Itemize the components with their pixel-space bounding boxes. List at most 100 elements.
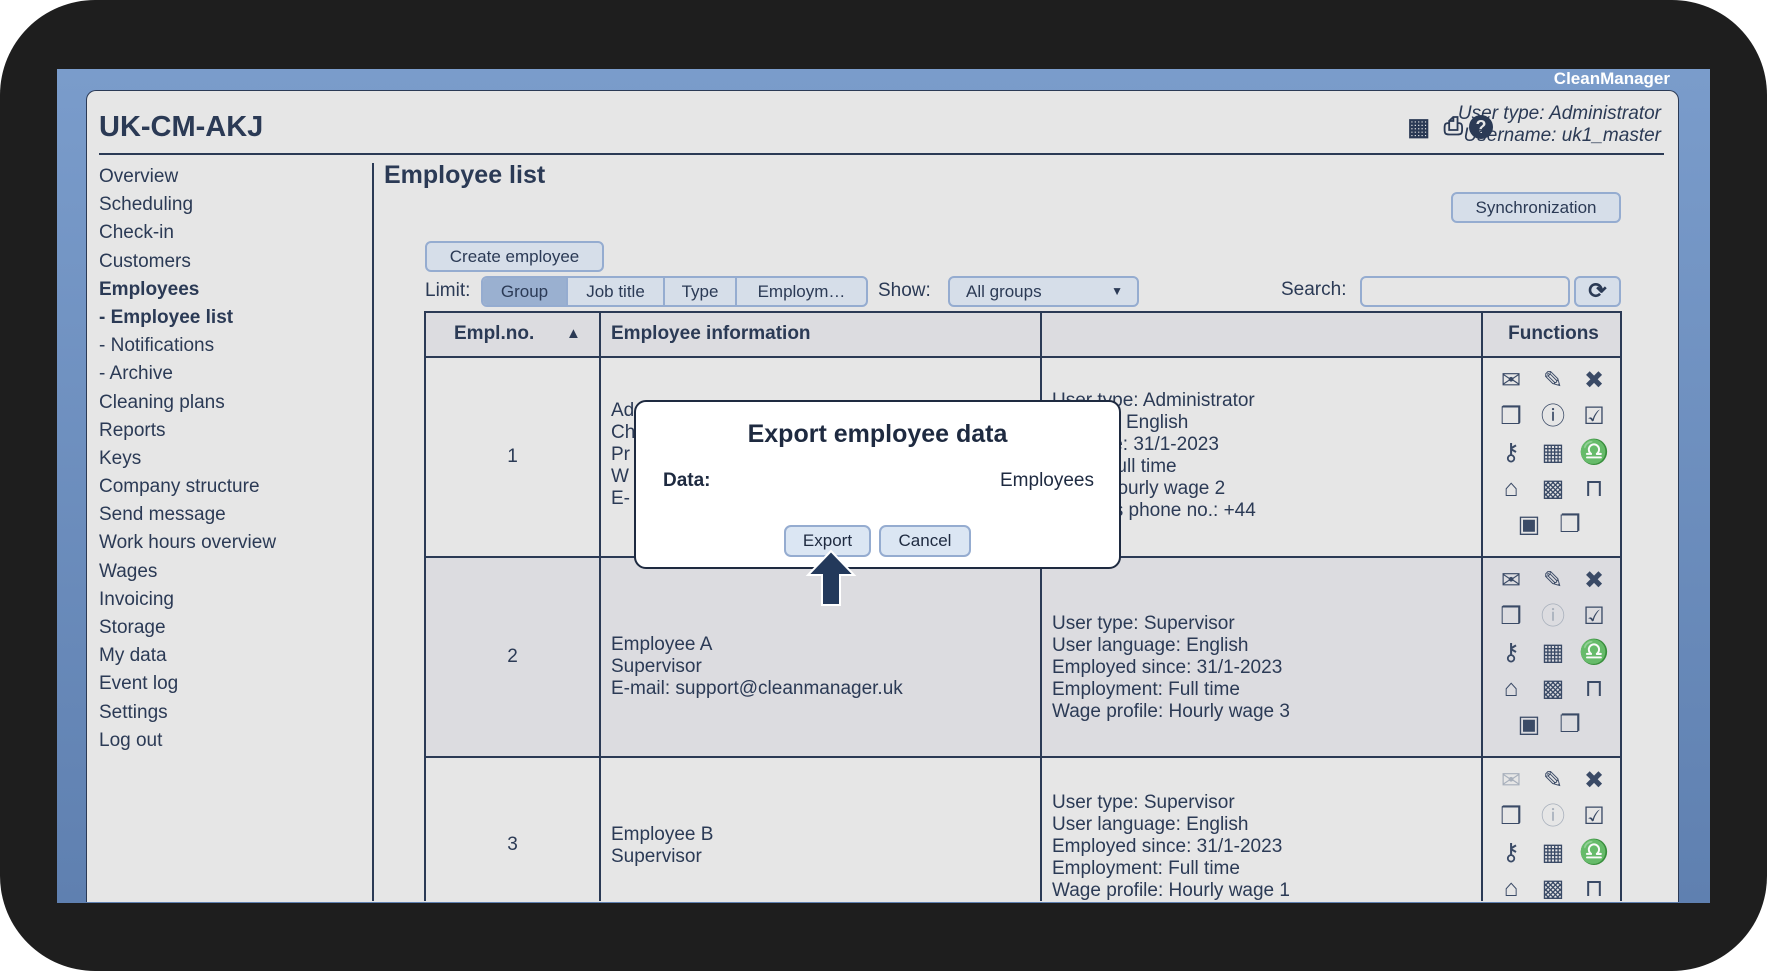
functions-cell: ✉✎✖ ❒ⓘ☑ ⚷▦♎ ⌂▩⊓ ▣❐ — [1483, 558, 1620, 756]
mail-icon[interactable]: ✉ — [1493, 769, 1529, 793]
sidebar-item-check-in[interactable]: Check-in — [99, 219, 276, 247]
table-icon[interactable]: ▦ — [1407, 113, 1430, 142]
key-icon[interactable]: ⚷ — [1493, 641, 1529, 665]
limit-option-employm-[interactable]: Employm… — [737, 278, 866, 305]
house-icon[interactable]: ⌂ — [1493, 877, 1529, 901]
sidebar-item-archive[interactable]: - Archive — [99, 360, 276, 388]
create-employee-button[interactable]: Create employee — [425, 241, 604, 272]
empl-no-cell: 1 — [426, 358, 601, 556]
page-title: Employee list — [384, 161, 546, 189]
header-empl-no[interactable]: Empl.no. ▲ — [426, 313, 601, 358]
sidebar-item-reports[interactable]: Reports — [99, 417, 276, 445]
calendar-icon[interactable]: ▦ — [1535, 441, 1571, 465]
detail-line: Employed since: 31/1-2023 — [1052, 657, 1283, 678]
mail-icon[interactable]: ✉ — [1493, 569, 1529, 593]
data-value: Employees — [1000, 470, 1094, 491]
key-icon[interactable]: ⚷ — [1493, 841, 1529, 865]
employee-details-cell: User type: Supervisor User language: Engl… — [1042, 558, 1483, 756]
checklist-icon[interactable]: ☑ — [1576, 405, 1612, 429]
sidebar-item-scheduling[interactable]: Scheduling — [99, 191, 276, 219]
sidebar-item-storage[interactable]: Storage — [99, 614, 276, 642]
sidebar-item-notifications[interactable]: - Notifications — [99, 332, 276, 360]
sidebar-item-overview[interactable]: Overview — [99, 163, 276, 191]
header-employee-information: Employee information — [601, 313, 1042, 358]
checklist-icon[interactable]: ☑ — [1576, 605, 1612, 629]
unlock-icon[interactable]: ⊓ — [1576, 677, 1612, 701]
sidebar-item-work-hours-overview[interactable]: Work hours overview — [99, 529, 276, 557]
table-row: 3 Employee B Supervisor User type: Supervis… — [426, 758, 1620, 901]
book-icon[interactable]: ❒ — [1493, 405, 1529, 429]
calendar-icon[interactable]: ▦ — [1535, 841, 1571, 865]
cancel-button[interactable]: Cancel — [879, 525, 971, 557]
info-icon[interactable]: ⓘ — [1535, 605, 1571, 629]
house-icon[interactable]: ⌂ — [1493, 677, 1529, 701]
sidebar-item-employees[interactable]: Employees — [99, 276, 276, 304]
header-details — [1042, 313, 1483, 358]
house-icon[interactable]: ⌂ — [1493, 477, 1529, 501]
search-input[interactable] — [1360, 276, 1570, 307]
documents-icon[interactable]: ❐ — [1552, 713, 1588, 737]
documents-icon[interactable]: ❐ — [1552, 513, 1588, 537]
detail-line: User type: Supervisor — [1052, 613, 1235, 634]
info-line: Employee A — [611, 634, 713, 655]
show-select-value: All groups — [966, 282, 1042, 301]
synchronization-button[interactable]: Synchronization — [1451, 192, 1621, 223]
person-card-icon[interactable]: ▣ — [1511, 713, 1547, 737]
sidebar-item-cleaning-plans[interactable]: Cleaning plans — [99, 389, 276, 417]
book-icon[interactable]: ❒ — [1493, 605, 1529, 629]
delete-icon[interactable]: ✖ — [1576, 369, 1612, 393]
sidebar-item-settings[interactable]: Settings — [99, 699, 276, 727]
sidebar-item-employee-list[interactable]: - Employee list — [99, 304, 276, 332]
delete-icon[interactable]: ✖ — [1576, 569, 1612, 593]
calendar-icon[interactable]: ▦ — [1535, 641, 1571, 665]
info-icon[interactable]: ⓘ — [1535, 405, 1571, 429]
detail-line: Employment: Full time — [1052, 858, 1240, 879]
checklist-icon[interactable]: ☑ — [1576, 805, 1612, 829]
info-line: Ch — [611, 422, 636, 443]
qr-code-icon[interactable]: ▩ — [1535, 877, 1571, 901]
username: Username: uk1_master — [1463, 125, 1661, 146]
delete-icon[interactable]: ✖ — [1576, 769, 1612, 793]
refresh-button[interactable]: ⟳ — [1574, 276, 1621, 307]
limit-option-type[interactable]: Type — [665, 278, 737, 305]
qr-code-icon[interactable]: ▩ — [1535, 477, 1571, 501]
detail-line: User type: Supervisor — [1052, 792, 1235, 813]
chevron-down-icon: ▼ — [1111, 284, 1123, 298]
empl-no: 2 — [507, 646, 518, 667]
sidebar-item-event-log[interactable]: Event log — [99, 670, 276, 698]
sidebar-item-keys[interactable]: Keys — [99, 445, 276, 473]
bell-icon[interactable]: ♎ — [1576, 441, 1612, 465]
info-icon[interactable]: ⓘ — [1535, 805, 1571, 829]
header-functions: Functions — [1483, 313, 1620, 358]
sort-ascending-icon: ▲ — [566, 325, 581, 342]
limit-option-group[interactable]: Group — [483, 278, 568, 305]
show-select[interactable]: All groups ▼ — [948, 276, 1139, 307]
bell-icon[interactable]: ♎ — [1576, 841, 1612, 865]
sidebar-item-customers[interactable]: Customers — [99, 248, 276, 276]
edit-icon[interactable]: ✎ — [1535, 769, 1571, 793]
person-card-icon[interactable]: ▣ — [1511, 513, 1547, 537]
edit-icon[interactable]: ✎ — [1535, 569, 1571, 593]
sidebar-item-company-structure[interactable]: Company structure — [99, 473, 276, 501]
table-row: 2 Employee A Supervisor E-mail: support@cle… — [426, 558, 1620, 758]
empl-no-cell: 2 — [426, 558, 601, 756]
unlock-icon[interactable]: ⊓ — [1576, 877, 1612, 901]
limit-option-job-title[interactable]: Job title — [568, 278, 665, 305]
sidebar-item-log-out[interactable]: Log out — [99, 727, 276, 755]
detail-line: Employed since: 31/1-2023 — [1052, 836, 1283, 857]
sidebar-item-invoicing[interactable]: Invoicing — [99, 586, 276, 614]
mail-icon[interactable]: ✉ — [1493, 369, 1529, 393]
unlock-icon[interactable]: ⊓ — [1576, 477, 1612, 501]
book-icon[interactable]: ❒ — [1493, 805, 1529, 829]
bell-icon[interactable]: ♎ — [1576, 641, 1612, 665]
header-divider — [99, 153, 1664, 155]
detail-line: Wage profile: Hourly wage 3 — [1052, 701, 1290, 722]
sidebar: Overview Scheduling Check-in Customers Emplo… — [99, 163, 276, 755]
sidebar-item-wages[interactable]: Wages — [99, 558, 276, 586]
key-icon[interactable]: ⚷ — [1493, 441, 1529, 465]
edit-icon[interactable]: ✎ — [1535, 369, 1571, 393]
sidebar-item-my-data[interactable]: My data — [99, 642, 276, 670]
qr-code-icon[interactable]: ▩ — [1535, 677, 1571, 701]
brand-logo: CleanManager — [1553, 69, 1670, 88]
sidebar-item-send-message[interactable]: Send message — [99, 501, 276, 529]
